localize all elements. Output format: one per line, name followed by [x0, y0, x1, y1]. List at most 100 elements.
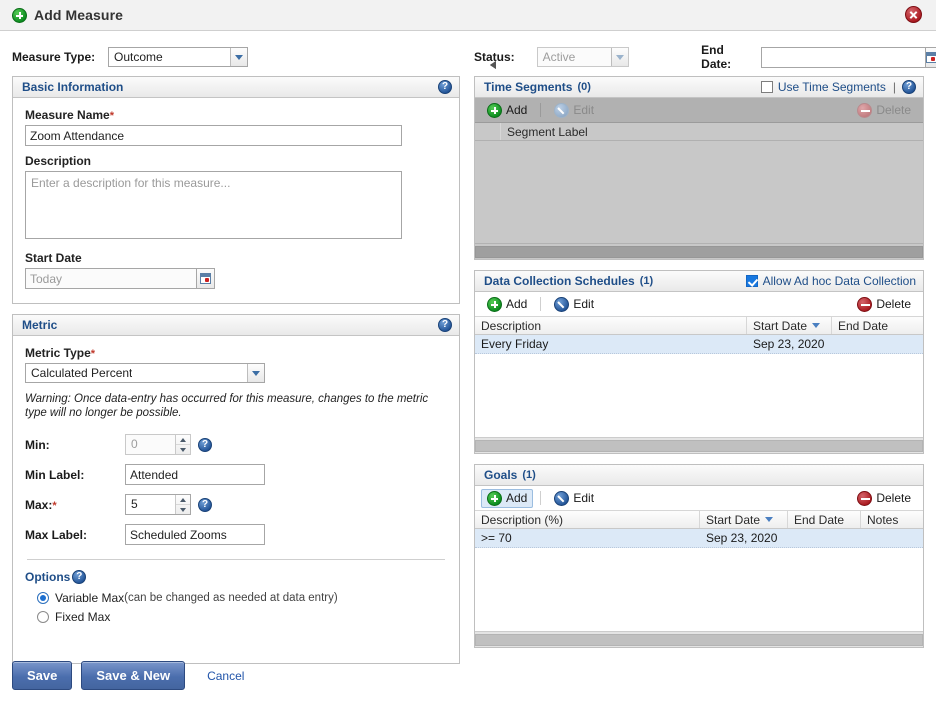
close-icon[interactable] [905, 6, 922, 23]
help-icon[interactable]: ? [198, 497, 212, 512]
option-fixed-max[interactable]: Fixed Max [37, 610, 447, 624]
help-icon[interactable]: ? [902, 80, 916, 94]
status-value: Active [542, 50, 576, 64]
metric-type-label: Metric Type* [25, 346, 447, 360]
min-label: Min: [25, 437, 50, 452]
edit-pencil-icon [554, 490, 570, 506]
metric-type-select[interactable]: Calculated Percent [25, 363, 265, 383]
column-start-date[interactable]: Start Date [700, 511, 788, 528]
allow-adhoc-checkbox[interactable]: Allow Ad hoc Data Collection [745, 274, 916, 288]
scrollbar-thumb[interactable] [475, 439, 923, 452]
chevron-down-icon [247, 364, 264, 382]
column-start-date[interactable]: Start Date [747, 317, 832, 334]
end-date-field [761, 46, 936, 68]
option-variable-max[interactable]: Variable Max (can be changed as needed at… [37, 591, 447, 605]
time-segments-panel: Time Segments (0) Use Time Segments | ? … [474, 61, 924, 260]
metric-warning-text: Warning: Once data-entry has occurred fo… [25, 393, 429, 419]
table-row[interactable]: >= 70 Sep 23, 2020 [475, 529, 923, 548]
scrollbar-thumb[interactable] [475, 245, 923, 258]
goals-toolbar: Add Edit Delete [475, 486, 923, 511]
delete-label: Delete [876, 103, 911, 117]
goals-header: Goals (1) [475, 465, 923, 486]
help-icon[interactable]: ? [438, 80, 452, 94]
checkbox-box[interactable] [760, 81, 773, 93]
basic-information-body: Measure Name* Description Start Date [13, 98, 459, 303]
calendar-icon[interactable] [925, 46, 936, 68]
schedules-edit-button[interactable]: Edit [548, 295, 600, 314]
stepper-up-icon[interactable] [176, 435, 190, 445]
scrollbar-thumb[interactable] [475, 633, 923, 646]
save-button[interactable]: Save [12, 661, 73, 690]
toolbar-separator [540, 491, 542, 505]
metric-title: Metric [22, 318, 58, 332]
calendar-icon[interactable] [196, 268, 215, 289]
max-label-text: Max: [25, 497, 53, 512]
description-textarea[interactable] [25, 171, 402, 239]
min-stepper-buttons[interactable] [175, 435, 190, 454]
goals-count: (1) [522, 469, 536, 481]
goals-delete-button[interactable]: Delete [851, 489, 917, 508]
time-segments-header: Time Segments (0) Use Time Segments | ? [475, 77, 923, 98]
status-select[interactable]: Active [536, 47, 630, 67]
stepper-down-icon[interactable] [176, 505, 190, 514]
goals-title: Goals [484, 468, 518, 482]
schedules-hscrollbar[interactable] [475, 61, 923, 453]
column-start-date-label: Start Date [706, 512, 761, 527]
help-icon[interactable]: ? [72, 570, 87, 584]
time-segments-toolbar: Add Edit Delete [475, 98, 923, 123]
column-end-date[interactable]: End Date [788, 511, 861, 528]
scroll-left-arrow-icon[interactable] [486, 61, 500, 69]
column-notes[interactable]: Notes [861, 511, 923, 528]
max-label-input[interactable] [125, 524, 265, 545]
time-segments-add-button[interactable]: Add [481, 101, 533, 120]
radio-variable-max[interactable] [37, 592, 49, 604]
cancel-link[interactable]: Cancel [207, 669, 244, 683]
goals-hscrollbar[interactable] [475, 61, 923, 647]
column-end-date[interactable]: End Date [832, 317, 923, 334]
stepper-down-icon[interactable] [176, 445, 190, 454]
table-row[interactable]: Every Friday Sep 23, 2020 [475, 335, 923, 354]
time-segments-hscrollbar[interactable] [475, 61, 923, 259]
max-stepper-buttons[interactable] [175, 495, 190, 514]
radio-fixed-max[interactable] [37, 611, 49, 623]
required-marker: * [90, 348, 96, 360]
page-title: Add Measure [34, 7, 124, 23]
schedules-add-button[interactable]: Add [481, 295, 533, 314]
stepper-up-icon[interactable] [176, 495, 190, 505]
column-description-percent[interactable]: Description (%) [475, 511, 700, 528]
min-stepper[interactable]: 0 [125, 434, 191, 455]
min-value: 0 [131, 437, 138, 451]
right-column: Status: Active End Date: Time Segments (… [474, 43, 936, 658]
goals-edit-button[interactable]: Edit [548, 489, 600, 508]
help-icon[interactable]: ? [438, 318, 452, 332]
goals-add-button[interactable]: Add [481, 488, 534, 508]
measure-type-select[interactable]: Outcome [108, 47, 248, 67]
measure-name-label-text: Measure Name [25, 108, 110, 122]
goals-table-body: >= 70 Sep 23, 2020 [475, 529, 923, 631]
basic-information-panel: Basic Information ? Measure Name* Descri… [12, 76, 460, 304]
start-date-input[interactable] [25, 268, 196, 289]
save-and-new-button[interactable]: Save & New [81, 661, 186, 690]
option-variable-max-label: Variable Max [55, 591, 125, 605]
data-collection-schedules-title: Data Collection Schedules [484, 274, 635, 288]
checkbox-box[interactable] [745, 275, 758, 287]
use-time-segments-checkbox[interactable]: Use Time Segments [760, 80, 886, 94]
metric-type-label-text: Metric Type [25, 346, 91, 360]
time-segments-edit-button[interactable]: Edit [548, 101, 600, 120]
max-stepper[interactable]: 5 [125, 494, 191, 515]
end-date-input[interactable] [761, 46, 925, 68]
min-label-input[interactable] [125, 464, 265, 485]
cell-description: >= 70 [481, 531, 512, 545]
time-segments-delete-button[interactable]: Delete [851, 101, 917, 120]
column-description[interactable]: Description [475, 317, 747, 334]
schedules-delete-button[interactable]: Delete [851, 295, 917, 314]
add-circle-icon [487, 490, 502, 506]
time-segments-table-header: Segment Label [475, 123, 923, 141]
cell-start-date: Sep 23, 2020 [706, 531, 778, 545]
schedules-table-header: Description Start Date End Date [475, 317, 923, 335]
help-icon[interactable]: ? [198, 437, 212, 452]
required-marker: * [109, 110, 114, 122]
edit-label: Edit [573, 103, 595, 117]
column-start-date-label: Start Date [753, 318, 808, 333]
measure-name-input[interactable] [25, 125, 402, 146]
